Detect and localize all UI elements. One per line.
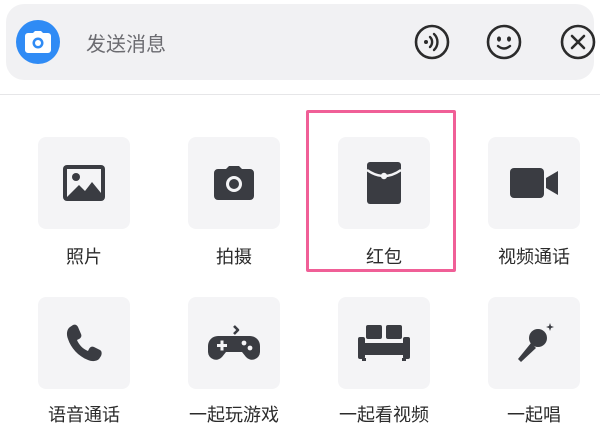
close-button[interactable] (560, 24, 596, 60)
panel-item-sing-label: 一起唱 (507, 405, 561, 426)
microphone-icon (518, 323, 554, 362)
panel-item-video-call[interactable] (488, 137, 580, 229)
voice-icon (414, 24, 450, 60)
gamepad-icon (208, 325, 260, 360)
highlight-box (306, 110, 456, 272)
panel-item-sing[interactable] (488, 297, 580, 389)
panel-item-shoot[interactable] (188, 137, 280, 229)
voice-button[interactable] (414, 24, 450, 60)
divider (0, 94, 600, 95)
phone-icon (66, 324, 102, 362)
camera-button[interactable] (16, 20, 60, 64)
panel-item-watch-video-label: 一起看视频 (339, 405, 429, 426)
photo-icon (63, 165, 105, 201)
sofa-icon (358, 325, 410, 361)
video-call-icon (510, 168, 558, 198)
close-icon (560, 24, 596, 60)
message-input[interactable]: 发送消息 (86, 29, 166, 59)
emoji-button[interactable] (486, 24, 522, 60)
panel-item-video-call-label: 视频通话 (498, 247, 570, 268)
panel-item-photo-label: 照片 (66, 247, 102, 268)
panel-item-voice-call[interactable] (38, 297, 130, 389)
message-input-bar: 发送消息 (6, 4, 596, 80)
panel-item-photo[interactable] (38, 137, 130, 229)
panel-item-play-game-label: 一起玩游戏 (189, 405, 279, 426)
emoji-icon (486, 24, 522, 60)
camera-icon (214, 166, 254, 200)
panel-item-voice-call-label: 语音通话 (48, 405, 120, 426)
panel-item-watch-video[interactable] (338, 297, 430, 389)
panel-item-shoot-label: 拍摄 (216, 247, 252, 268)
camera-icon (25, 31, 51, 53)
panel-item-play-game[interactable] (188, 297, 280, 389)
